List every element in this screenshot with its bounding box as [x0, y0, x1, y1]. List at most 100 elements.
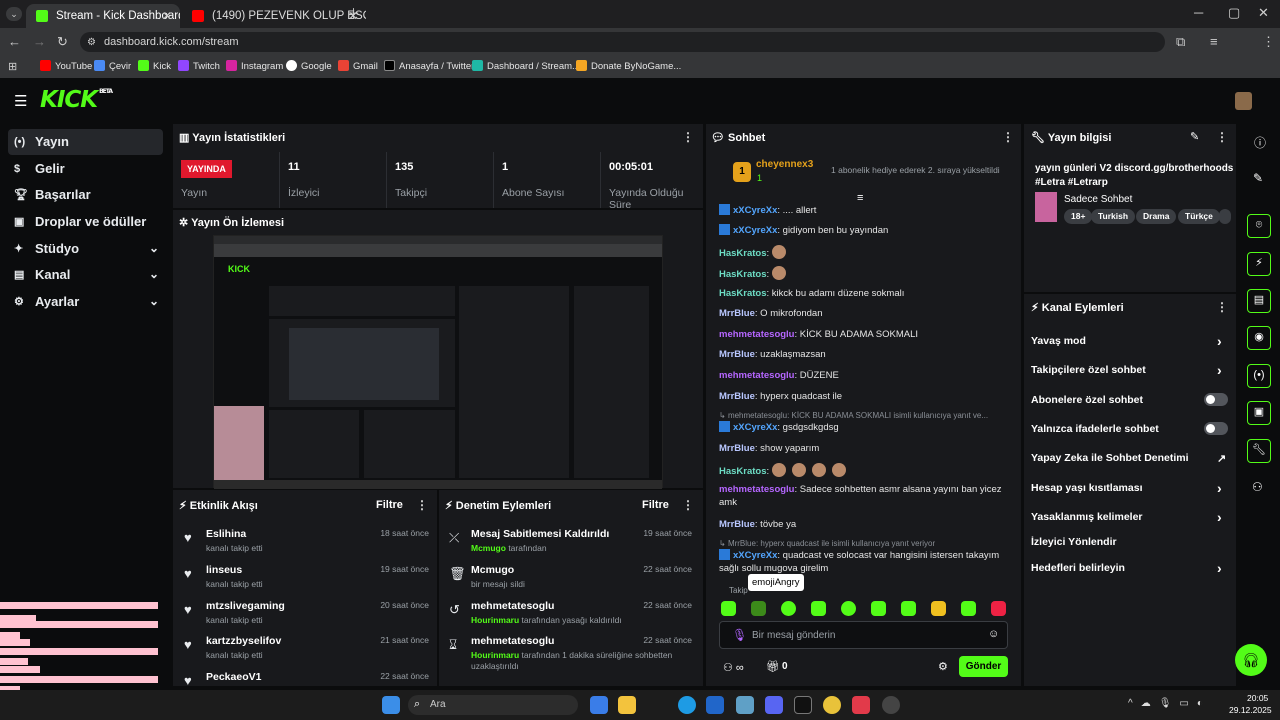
close-tab-icon[interactable]: ✕	[162, 4, 172, 28]
tab-youtube[interactable]: (1490) PEZEVENK OLUP ESC SA ✕	[182, 4, 366, 28]
emoji-4[interactable]	[811, 601, 826, 616]
activity-filter-button[interactable]: Filtre	[376, 499, 403, 511]
chat-username[interactable]: xXCyreXx	[733, 550, 777, 561]
chat-settings-icon[interactable]: ⚙	[938, 660, 948, 673]
tab-list-icon[interactable]: ⌄	[6, 7, 22, 21]
close-window-icon[interactable]: ✕	[1258, 6, 1269, 20]
pencil-icon[interactable]: ✎	[1253, 171, 1263, 185]
chat-username[interactable]: MrrBlue	[719, 349, 755, 360]
chat-username[interactable]: HasKratos	[719, 288, 767, 299]
site-info-icon[interactable]: ⚙	[87, 36, 96, 50]
browser-menu-icon[interactable]: ⋮	[1262, 35, 1275, 49]
maximize-icon[interactable]: ▢	[1228, 6, 1240, 20]
forward-icon[interactable]: →	[33, 35, 46, 49]
support-button[interactable]: 🎧︎	[1235, 644, 1267, 676]
sidebar-item-basarilar[interactable]: 🏆︎ Başarılar	[8, 182, 163, 208]
rail-button-cast[interactable]: ▣	[1247, 401, 1271, 425]
bookmark-twitter[interactable]: Anasayfa / Twitter	[384, 60, 474, 72]
app-icon[interactable]	[882, 696, 900, 714]
action-ai-moderation[interactable]: Yapay Zeka ile Sohbet Denetimi ↗	[1031, 452, 1226, 465]
kick-logo[interactable]: KICK BETA	[40, 87, 113, 113]
chat-username[interactable]: HasKratos	[719, 466, 767, 477]
bookmark-kick[interactable]: Kick	[138, 60, 171, 72]
emoji-1[interactable]	[721, 601, 736, 616]
moderation-filter-button[interactable]: Filtre	[642, 499, 669, 511]
bookmark-cevir[interactable]: Çevir	[94, 60, 131, 72]
chat-users-icon[interactable]: ⚇ ∞	[723, 661, 744, 674]
discord-icon[interactable]	[765, 696, 783, 714]
subscribers-only-toggle[interactable]	[1204, 393, 1228, 406]
chat-username[interactable]: xXCyreXx	[733, 225, 777, 236]
hamburger-menu-icon[interactable]: ☰	[14, 94, 27, 109]
stats-menu-icon[interactable]: ⋮	[682, 130, 694, 144]
sidebar-item-gelir[interactable]: $ Gelir	[8, 156, 163, 182]
chat-menu-icon[interactable]: ⋮	[1002, 130, 1014, 144]
channel-actions-menu-icon[interactable]: ⋮	[1216, 300, 1228, 314]
action-raid[interactable]: İzleyici Yönlendir	[1031, 536, 1117, 548]
emoji-8[interactable]	[931, 601, 946, 616]
apps-grid-icon[interactable]: ⊞	[8, 60, 17, 74]
extensions-icon[interactable]: ⧉	[1176, 35, 1185, 49]
edit-pencil-icon[interactable]: ✎	[1190, 130, 1199, 143]
emotes-only-toggle[interactable]	[1204, 422, 1228, 435]
app-icon[interactable]	[736, 696, 754, 714]
chrome-icon[interactable]	[823, 696, 841, 714]
app-icon[interactable]	[590, 696, 608, 714]
sidebar-item-kanal[interactable]: ▤ Kanal ⌄	[8, 262, 163, 288]
bookmark-youtube[interactable]: YouTube	[40, 60, 92, 72]
chat-username[interactable]: MrrBlue	[719, 443, 755, 454]
chat-input[interactable]: 🎙︎ Bir mesaj gönderin ☺	[719, 621, 1008, 649]
info-menu-icon[interactable]: ⋮	[1216, 130, 1228, 144]
chat-username[interactable]: mehmetatesoglu	[719, 329, 795, 340]
edge-icon[interactable]	[678, 696, 696, 714]
tab-kick-dashboard[interactable]: Stream - Kick Dashboard ✕	[26, 4, 180, 28]
action-slow-mode[interactable]: Yavaş mod ›	[1031, 333, 1222, 349]
emoji-angry[interactable]	[751, 601, 766, 616]
mic-icon[interactable]: 🎙︎	[732, 628, 747, 642]
rail-button-clipboard[interactable]: ▤	[1247, 289, 1271, 313]
rail-button-broadcast[interactable]: (•)	[1247, 364, 1271, 388]
bookmark-dashboard[interactable]: Dashboard / Stream...	[472, 60, 580, 72]
taskbar-search[interactable]: ⌕ Ara	[408, 695, 578, 715]
emoji-7[interactable]	[901, 601, 916, 616]
emoji-3[interactable]	[781, 601, 796, 616]
activity-menu-icon[interactable]: ⋮	[416, 498, 428, 512]
reload-icon[interactable]: ↻	[57, 35, 68, 49]
sidebar-item-studyo[interactable]: ✦ Stüdyo ⌄	[8, 236, 163, 262]
file-explorer-icon[interactable]	[618, 696, 636, 714]
url-field[interactable]: ⚙ dashboard.kick.com/stream	[80, 32, 1165, 52]
windows-start-icon[interactable]	[382, 696, 400, 714]
bookmark-instagram[interactable]: Instagram	[226, 60, 283, 72]
bookmark-twitch[interactable]: Twitch	[178, 60, 220, 72]
bookmark-donate[interactable]: Donate ByNoGame...	[576, 60, 681, 72]
action-account-age[interactable]: Hesap yaşı kısıtlaması ›	[1031, 480, 1222, 496]
rail-button-bolt[interactable]: ⚡︎	[1247, 252, 1271, 276]
action-goals[interactable]: Hedefleri belirleyin ›	[1031, 560, 1222, 576]
rail-button-capture[interactable]: ⌾	[1247, 214, 1271, 238]
chat-username[interactable]: MrrBlue	[719, 519, 755, 530]
info-circle-icon[interactable]: ⓘ	[1254, 134, 1266, 151]
sidebar-item-droplar[interactable]: ▣ Droplar ve ödüller	[8, 209, 163, 235]
emoji-picker-icon[interactable]: ☺	[988, 628, 999, 640]
rail-button-wrench[interactable]: 🔧︎	[1247, 439, 1271, 463]
back-icon[interactable]: ←	[8, 35, 21, 49]
pocket-icon[interactable]	[852, 696, 870, 714]
send-button[interactable]: Gönder	[959, 656, 1008, 677]
capcut-icon[interactable]	[794, 696, 812, 714]
action-followers-only[interactable]: Takipçilere özel sohbet ›	[1031, 362, 1222, 378]
sidebar-item-yayin[interactable]: (•) Yayın	[8, 129, 163, 155]
moderation-menu-icon[interactable]: ⋮	[682, 498, 694, 512]
rail-button-chat[interactable]: ◉	[1247, 326, 1271, 350]
chat-username[interactable]: xXCyreXx	[733, 205, 777, 216]
users-icon[interactable]: ⚇	[1252, 480, 1263, 494]
action-banned-words[interactable]: Yasaklanmış kelimeler ›	[1031, 509, 1222, 525]
pinned-collapse-icon[interactable]: ≡	[857, 192, 863, 204]
chat-username[interactable]: HasKratos	[719, 269, 767, 280]
user-avatar[interactable]	[1235, 92, 1252, 110]
chat-username[interactable]: xXCyreXx	[733, 422, 777, 433]
stream-preview-video[interactable]: KICK	[213, 235, 663, 489]
chat-username[interactable]: mehmetatesoglu	[719, 370, 795, 381]
emoji-9[interactable]	[961, 601, 976, 616]
tray-icons[interactable]: ^☁🎙▭◐	[1128, 698, 1211, 709]
new-tab-icon[interactable]: ＋	[347, 7, 360, 21]
